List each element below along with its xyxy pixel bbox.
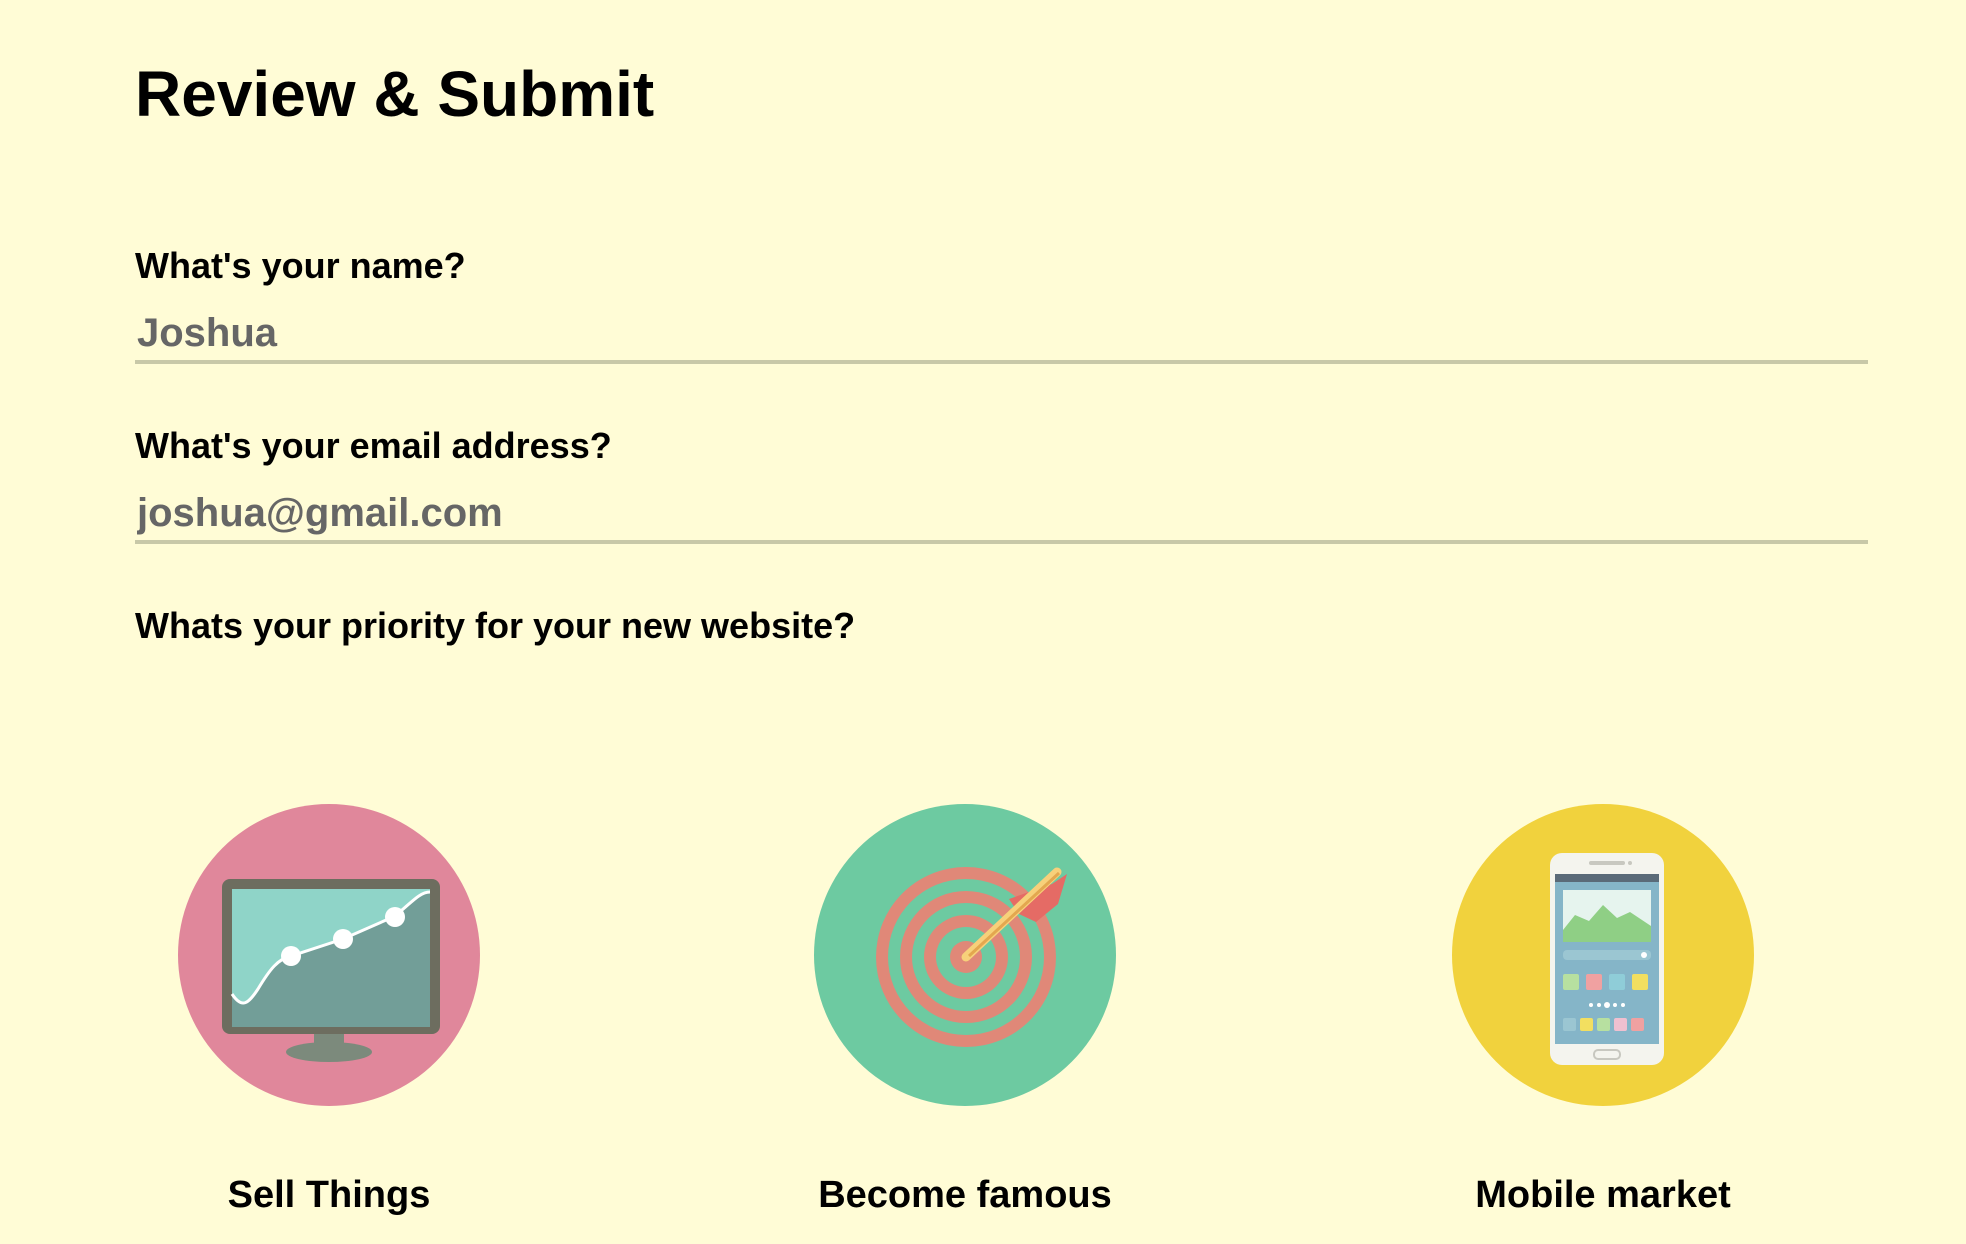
name-input[interactable] xyxy=(135,306,1868,364)
email-label: What's your email address? xyxy=(135,425,612,466)
option-label: Become famous xyxy=(818,1174,1112,1216)
smartphone-icon xyxy=(1452,804,1754,1106)
monitor-chart-icon xyxy=(178,804,480,1106)
name-label: What's your name? xyxy=(135,245,466,286)
priority-option-become-famous[interactable]: Become famous xyxy=(814,804,1116,1216)
target-arrow-icon xyxy=(814,804,1116,1106)
page-title: Review & Submit xyxy=(135,58,655,130)
option-label: Sell Things xyxy=(227,1174,431,1216)
priority-label: Whats your priority for your new website… xyxy=(135,605,856,646)
email-input[interactable] xyxy=(135,486,1868,544)
option-label: Mobile market xyxy=(1475,1174,1731,1216)
priority-option-mobile-market[interactable]: Mobile market xyxy=(1452,804,1754,1216)
priority-option-sell-things[interactable]: Sell Things xyxy=(178,804,480,1216)
